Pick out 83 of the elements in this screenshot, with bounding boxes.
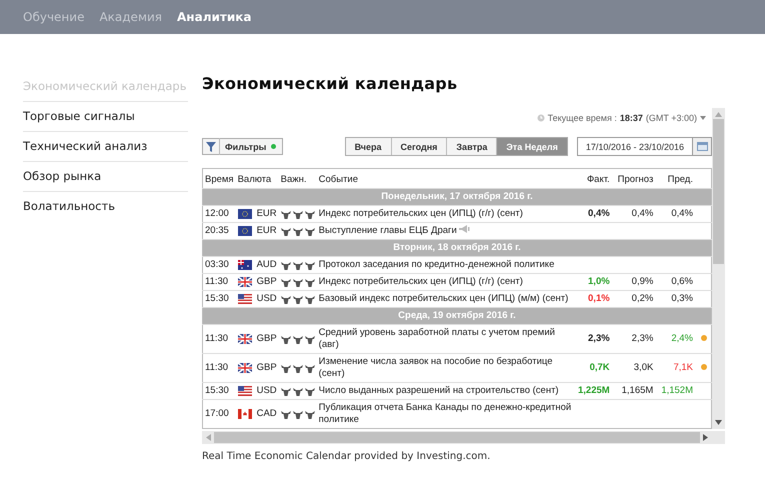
currency-code: GBP	[256, 333, 277, 345]
scroll-down-icon[interactable]	[715, 420, 722, 425]
scrollbar-thumb[interactable]	[214, 432, 700, 443]
table-cell: 03:30	[202, 256, 236, 274]
us-flag-icon	[238, 294, 252, 304]
column-header: Прогноз	[616, 168, 660, 188]
provider-link[interactable]: Investing.com	[416, 451, 488, 462]
scroll-right-icon[interactable]	[703, 434, 708, 441]
table-cell: 1,165M	[616, 382, 660, 400]
table-cell: Индекс потребительских цен (ИПЦ) (г/г) (сент)	[316, 274, 576, 290]
uk-flag-icon	[238, 334, 252, 344]
table-cell: Публикация отчета Банка Канады по денежно-кредитной политике	[316, 400, 576, 428]
day-header: Понедельник, 17 октября 2016 г.	[202, 188, 712, 206]
canada-flag-icon	[238, 409, 252, 419]
table-cell: 11:30	[202, 324, 236, 354]
table-cell: 0,4%	[659, 206, 699, 222]
sidebar-item[interactable]: Технический анализ	[23, 132, 188, 162]
column-header: Время	[202, 168, 236, 188]
day-header: Среда, 19 октября 2016 г.	[202, 308, 712, 324]
footer-text: Real Time Economic Calendar provided by Investing.com.	[202, 451, 490, 462]
table-cell: 2,4%	[659, 324, 699, 354]
column-header: Факт.	[576, 168, 616, 188]
filter-icon	[206, 142, 216, 152]
scroll-up-icon[interactable]	[715, 112, 722, 117]
table-cell: 0,6%	[659, 274, 699, 290]
table-cell: 12:00	[202, 206, 236, 222]
current-time: 18:37	[620, 113, 643, 123]
uk-flag-icon	[238, 363, 252, 373]
currency-code: EUR	[256, 208, 277, 220]
currency-code: GBP	[256, 362, 277, 374]
uk-flag-icon	[238, 277, 252, 287]
eu-flag-icon	[238, 226, 252, 236]
table-cell: 0,9%	[616, 274, 660, 290]
currency-code: GBP	[256, 276, 277, 288]
table-cell: 0,4%	[576, 206, 616, 222]
table-cell: 2,3%	[616, 324, 660, 354]
table-cell: 0,7K	[576, 354, 616, 382]
eu-flag-icon	[238, 209, 252, 219]
day-header: Вторник, 18 октября 2016 г.	[202, 240, 712, 256]
filters-button[interactable]: Фильтры	[202, 138, 284, 155]
table-cell: Протокол заседания по кредитно-денежной политике	[316, 256, 576, 274]
table-cell: 1,225M	[576, 382, 616, 400]
table-cell: Индекс потребительских цен (ИПЦ) (г/г) (сент)	[316, 206, 576, 222]
scroll-left-icon[interactable]	[206, 434, 211, 441]
range-tab[interactable]: Завтра	[447, 138, 498, 155]
australia-flag-icon	[238, 260, 252, 270]
us-flag-icon	[238, 386, 252, 396]
table-cell: Средний уровень заработной платы с учетом премий (авг)	[316, 324, 576, 354]
table-cell: Изменение числа заявок на пособие по безработице (сент)	[316, 354, 576, 382]
currency-code: EUR	[256, 225, 277, 237]
currency-code: AUD	[256, 259, 277, 271]
sidebar-item[interactable]: Торговые сигналы	[23, 102, 188, 132]
table-cell: 17:00	[202, 400, 236, 428]
sidebar-item[interactable]: Обзор рынка	[23, 162, 188, 192]
current-time-label: Текущее время :	[548, 113, 617, 123]
table-cell: 7,1K	[659, 354, 699, 382]
caret-icon[interactable]	[700, 116, 706, 120]
column-header: Валюта	[236, 168, 279, 188]
table-cell: 2,3%	[576, 324, 616, 354]
calendar-icon[interactable]	[696, 142, 708, 151]
sidebar-item[interactable]: Волатильность	[23, 192, 188, 221]
nav-link[interactable]: Аналитика	[177, 10, 252, 24]
timezone: (GMT +3:00)	[646, 113, 697, 123]
range-tab[interactable]: Вчера	[346, 138, 392, 155]
clock-icon	[536, 114, 545, 122]
column-header: Важн.	[278, 168, 317, 188]
currency-code: USD	[256, 293, 277, 305]
table-cell: 0,4%	[616, 206, 660, 222]
table-cell: 15:30	[202, 382, 236, 400]
table-cell: 1,0%	[576, 274, 616, 290]
page-title: Экономический календарь	[202, 74, 458, 93]
table-cell: 3,0K	[616, 354, 660, 382]
table-cell: 1,152M	[659, 382, 699, 400]
table-cell: 11:30	[202, 354, 236, 382]
currency-code: CAD	[256, 408, 277, 420]
scrollbar-thumb[interactable]	[713, 119, 724, 264]
column-header: Событие	[316, 168, 576, 188]
column-header: Пред.	[659, 168, 699, 188]
date-range-field[interactable]: 17/10/2016 - 23/10/2016	[576, 137, 712, 156]
currency-code: USD	[256, 385, 277, 397]
table-cell: Число выданных разрешений на строительство (сент)	[316, 382, 576, 400]
table-cell: 11:30	[202, 274, 236, 290]
range-tab[interactable]: Сегодня	[392, 138, 448, 155]
